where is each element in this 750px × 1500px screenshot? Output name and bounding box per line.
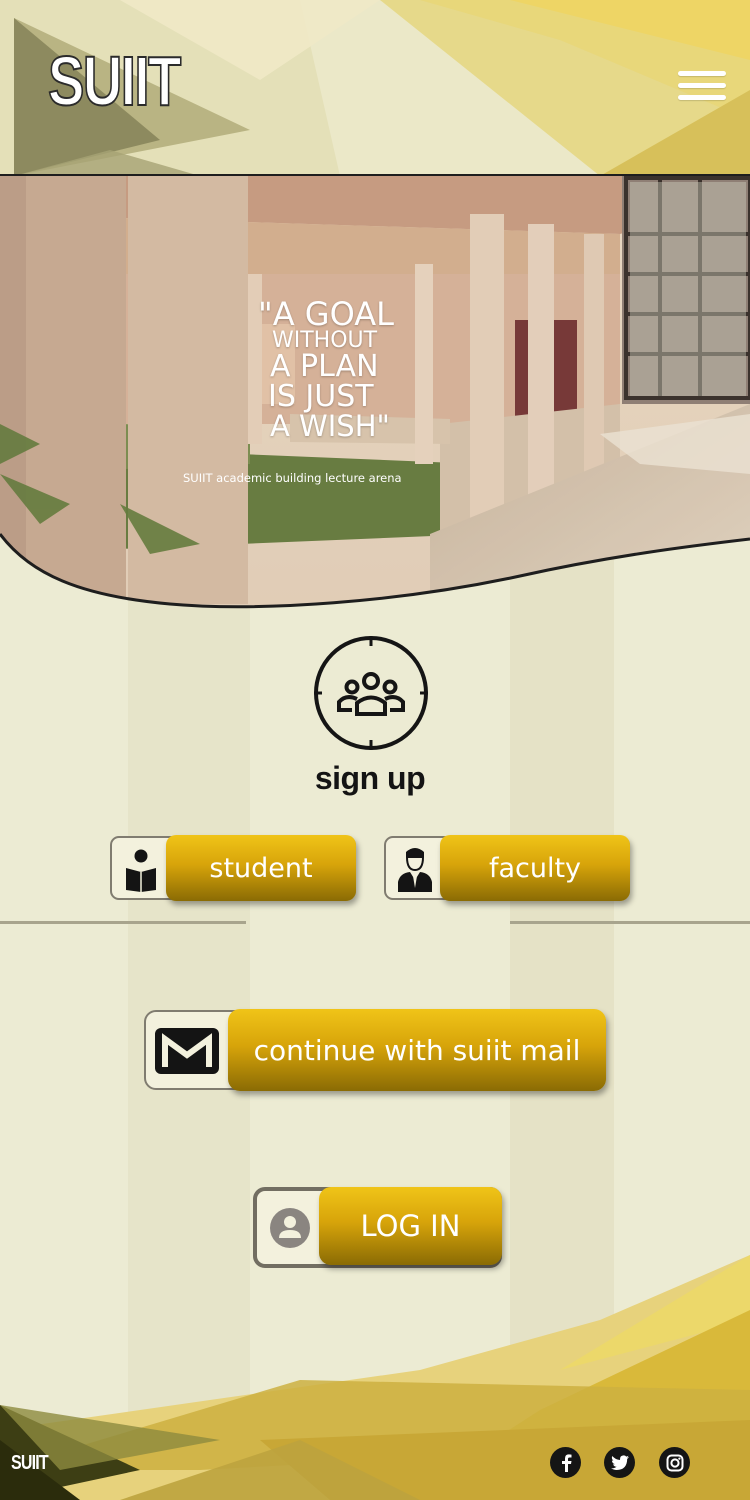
divider (0, 921, 246, 924)
facebook-icon[interactable] (550, 1447, 581, 1478)
signup-title: sign up (314, 760, 426, 796)
menu-button[interactable] (678, 71, 726, 103)
hero-quote: "A GOAL WITHOUT A PLAN IS JUST A WISH" (258, 298, 394, 441)
hamburger-line (678, 95, 726, 100)
quote-line: A WISH" (270, 409, 390, 443)
suiit-mail-label: continue with suiit mail (228, 1009, 606, 1091)
twitter-icon[interactable] (604, 1447, 635, 1478)
header: SUIIT (0, 0, 750, 176)
instagram-icon[interactable] (659, 1447, 690, 1478)
divider (510, 921, 750, 924)
footer-background (0, 1240, 750, 1500)
logo[interactable]: SUIIT (47, 45, 182, 117)
faculty-label: faculty (440, 835, 630, 901)
student-signup-button[interactable]: student (110, 835, 356, 901)
quote-line: "A GOAL (258, 295, 394, 333)
hero-banner: "A GOAL WITHOUT A PLAN IS JUST A WISH" S… (0, 174, 750, 614)
hamburger-line (678, 83, 726, 88)
faculty-person-icon (396, 846, 434, 896)
gmail-icon (154, 1027, 220, 1079)
hamburger-menu-icon (678, 71, 726, 76)
footer-logo[interactable]: SUIIT (11, 1452, 49, 1475)
quote-line: A PLAN (270, 349, 379, 384)
group-icon (312, 636, 430, 752)
student-reading-icon (123, 848, 159, 896)
student-label: student (166, 835, 356, 901)
hero-caption: SUIIT academic building lecture arena (183, 471, 402, 485)
faculty-signup-button[interactable]: faculty (384, 835, 630, 901)
quote-line: IS JUST (268, 379, 374, 414)
suiit-mail-button[interactable]: continue with suiit mail (144, 1009, 606, 1091)
